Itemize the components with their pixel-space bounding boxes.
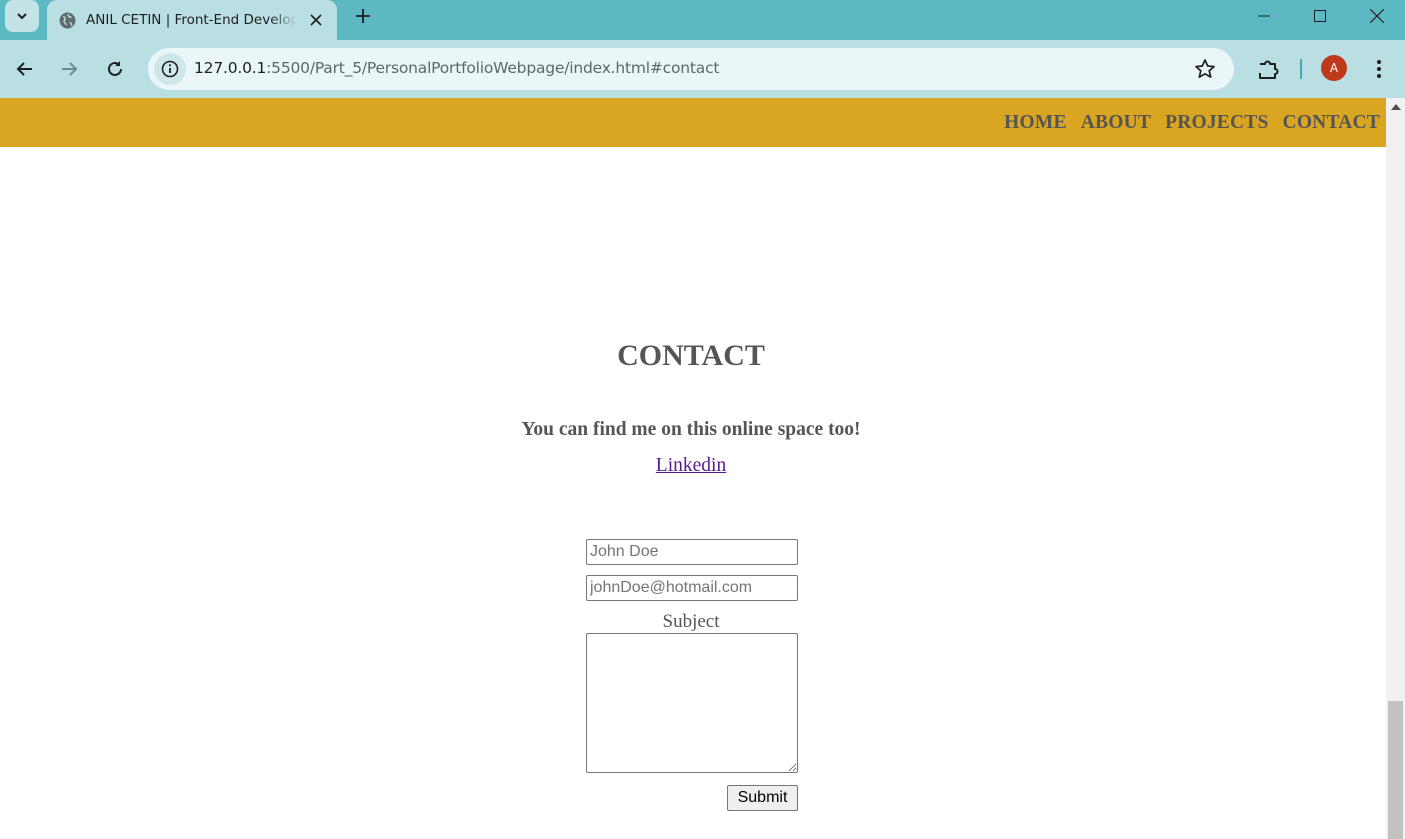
nav-projects[interactable]: PROJECTS — [1165, 112, 1268, 134]
scroll-up-arrow-icon[interactable] — [1391, 104, 1401, 110]
close-window-button[interactable] — [1349, 0, 1405, 32]
tab-title: ANIL CETIN | Front-End Developer — [86, 12, 296, 28]
arrow-left-icon — [16, 62, 32, 76]
linkedin-link[interactable]: Linkedin — [656, 455, 726, 476]
reload-icon — [108, 61, 122, 76]
linkedin-link-wrap: Linkedin — [0, 455, 1382, 477]
browser-toolbar: 127.0.0.1:5500/Part_5/PersonalPortfolioW… — [0, 40, 1405, 98]
globe-icon — [59, 12, 76, 28]
bookmark-star-icon[interactable] — [1194, 58, 1216, 80]
forward-button[interactable] — [54, 54, 84, 84]
maximize-icon — [1314, 10, 1326, 22]
nav-links: HOME ABOUT PROJECTS CONTACT — [1004, 112, 1380, 134]
url-text: 127.0.0.1:5500/Part_5/PersonalPortfolioW… — [194, 59, 719, 77]
minimize-button[interactable] — [1236, 0, 1292, 32]
info-icon — [161, 60, 179, 78]
new-tab-button[interactable] — [350, 4, 376, 28]
back-button[interactable] — [10, 54, 40, 84]
site-info-button[interactable] — [154, 53, 186, 85]
name-input[interactable] — [586, 539, 798, 565]
plus-icon — [356, 9, 370, 23]
minimize-icon — [1258, 15, 1270, 17]
subject-textarea[interactable] — [586, 633, 798, 773]
contact-subtitle: You can find me on this online space too… — [521, 419, 861, 440]
nav-about[interactable]: ABOUT — [1081, 112, 1151, 134]
reload-button[interactable] — [100, 54, 130, 84]
contact-heading: CONTACT — [617, 339, 765, 372]
url-path: :5500/Part_5/PersonalPortfolioWebpage/in… — [266, 59, 720, 77]
nav-home[interactable]: HOME — [1004, 112, 1067, 134]
scroll-thumb[interactable] — [1388, 701, 1403, 839]
arrow-right-icon — [62, 62, 78, 76]
nav-contact[interactable]: CONTACT — [1283, 112, 1380, 134]
browser-menu-button[interactable] — [1364, 54, 1394, 84]
page-viewport: HOME ABOUT PROJECTS CONTACT CONTACT You … — [0, 98, 1386, 839]
page-scrollbar[interactable] — [1386, 98, 1405, 839]
close-tab-icon[interactable] — [307, 11, 325, 29]
close-icon — [1370, 9, 1384, 23]
chevron-down-icon — [17, 13, 27, 20]
tab-search-button[interactable] — [5, 0, 39, 32]
submit-button[interactable]: Submit — [727, 785, 798, 811]
tab-strip: ANIL CETIN | Front-End Developer — [0, 0, 1405, 40]
subject-label: Subject — [662, 611, 720, 632]
maximize-button[interactable] — [1292, 0, 1348, 32]
extensions-button[interactable] — [1253, 54, 1283, 84]
profile-avatar[interactable]: A — [1321, 55, 1347, 81]
email-input[interactable] — [586, 575, 798, 601]
url-host: 127.0.0.1 — [194, 59, 267, 77]
more-vertical-icon — [1377, 60, 1381, 78]
address-bar[interactable]: 127.0.0.1:5500/Part_5/PersonalPortfolioW… — [148, 48, 1234, 90]
browser-tab[interactable]: ANIL CETIN | Front-End Developer — [47, 0, 337, 40]
toolbar-divider — [1300, 59, 1302, 79]
puzzle-icon — [1259, 60, 1279, 79]
site-navbar: HOME ABOUT PROJECTS CONTACT — [0, 98, 1386, 147]
